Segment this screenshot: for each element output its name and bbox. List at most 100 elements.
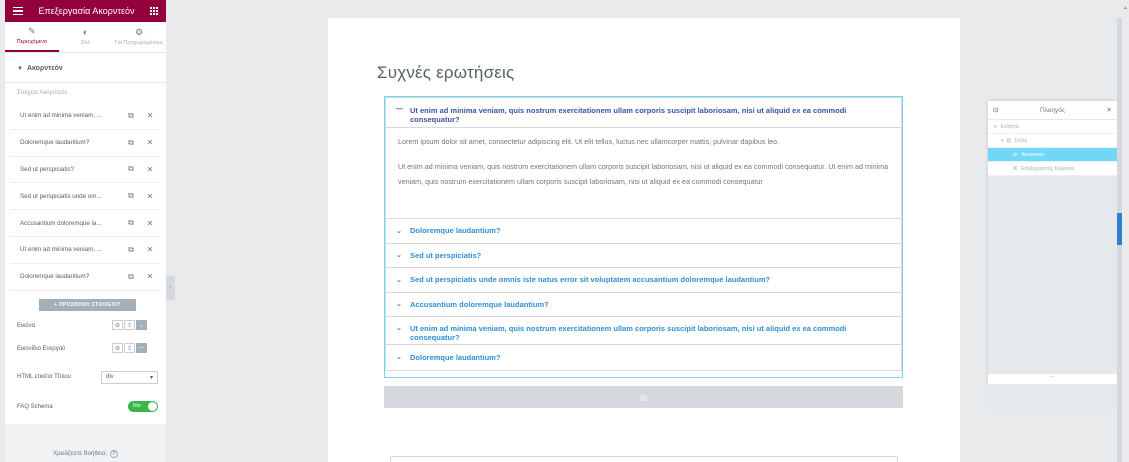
duplicate-icon[interactable]: ⧉ bbox=[123, 218, 139, 228]
tab-style[interactable]: ◐ Στιλ bbox=[59, 22, 113, 52]
faq-schema-label: FAQ Schema bbox=[17, 404, 53, 410]
accordion-item-title[interactable]: — Ut enim ad minima veniam, quis nostrum… bbox=[386, 98, 901, 128]
repeater-item[interactable]: Sed ut perspiciatis? ⧉ ✕ bbox=[10, 157, 161, 184]
repeater-item[interactable]: Doloremque laudantium? ⧉ ✕ bbox=[10, 264, 161, 291]
duplicate-icon[interactable]: ⧉ bbox=[123, 138, 139, 148]
content-paragraph: Lorem ipsum dolor sit amet, consectetur … bbox=[398, 137, 780, 146]
faq-schema-toggle[interactable]: Ναι bbox=[128, 401, 158, 412]
chevron-down-icon: ⌄ bbox=[396, 354, 402, 362]
add-item-button[interactable]: + ΠΡΟΣΘΗΚΗ ΣΤΟΙΧΕΙΟΥ bbox=[39, 298, 136, 311]
duplicate-icon[interactable]: ⧉ bbox=[123, 245, 139, 255]
close-icon[interactable]: ✕ bbox=[1107, 106, 1112, 114]
toggle-knob bbox=[148, 402, 157, 411]
widgets-grid-icon[interactable] bbox=[149, 7, 158, 15]
close-icon[interactable]: ✕ bbox=[139, 219, 161, 228]
gear-icon: ⚙ bbox=[135, 27, 144, 37]
accordion-title-text: Sed ut perspiciatis? bbox=[410, 250, 482, 260]
minus-icon: — bbox=[396, 106, 403, 113]
repeater-item[interactable]: Ut enim ad minima veniam, ... ⧉ ✕ bbox=[10, 237, 161, 264]
duplicate-icon[interactable]: ⧉ bbox=[123, 191, 139, 201]
items-label: Στοιχεία Ακορντεόν bbox=[17, 90, 68, 96]
accordion: — Ut enim ad minima veniam, quis nostrum… bbox=[385, 97, 902, 371]
upload-icon[interactable]: ⇪ bbox=[124, 320, 135, 330]
upload-icon[interactable]: ⇪ bbox=[124, 343, 135, 353]
navigator-title: Πλοηγός bbox=[1039, 106, 1066, 114]
accordion-title-text: Doloremque laudantium? bbox=[410, 226, 501, 236]
accordion-widget[interactable]: — Ut enim ad minima veniam, quis nostrum… bbox=[384, 96, 903, 378]
accordion-item-content: Lorem ipsum dolor sit amet, consectetur … bbox=[386, 128, 901, 219]
section-accordion-toggle[interactable]: ▼ Ακορντεόν bbox=[5, 53, 166, 83]
tab-advanced[interactable]: ⚙ Για Προχωρημένους bbox=[112, 22, 166, 52]
page-heading: Συχνές ερωτήσεις bbox=[377, 63, 515, 82]
page-scrollbar[interactable] bbox=[1117, 18, 1122, 462]
editor-title: Επεξεργασία Ακορντεόν bbox=[38, 6, 135, 16]
chevron-down-icon[interactable]: ⌄ bbox=[136, 320, 147, 330]
tab-label: Για Προχωρημένους bbox=[114, 40, 164, 46]
scrollbar-thumb[interactable] bbox=[1117, 213, 1122, 245]
nav-row-text-editor[interactable]: ≣ Επεξεργαστής Κειμένου bbox=[988, 162, 1117, 176]
collapse-panel-handle[interactable]: ‹ bbox=[166, 276, 175, 300]
repeater-item[interactable]: Ut enim ad minima veniam, ... ⧉ ✕ bbox=[10, 103, 161, 130]
repeater-item[interactable]: Sed ut perspiciatis unde om... ⧉ ✕ bbox=[10, 183, 161, 211]
nav-row-section[interactable]: ▾ Ενότητα bbox=[988, 120, 1117, 134]
expand-icon[interactable]: ⊟ bbox=[993, 106, 998, 114]
toggle-text: Ναι bbox=[133, 403, 141, 409]
nav-row-label: Επεξεργαστής Κειμένου bbox=[1021, 165, 1075, 172]
accordion-item-title[interactable]: ⌄ Accusantium doloremque laudantium? bbox=[386, 293, 901, 317]
repeater-item[interactable]: Doloremque laudantium? ⧉ ✕ bbox=[10, 130, 161, 157]
accordion-item-title[interactable]: ⌄ Sed ut perspiciatis? bbox=[386, 244, 901, 268]
accordion-item-title[interactable]: ⌄ Sed ut perspiciatis unde omnis iste na… bbox=[386, 268, 901, 293]
tab-content[interactable]: ✎ Περιεχόμενο bbox=[5, 22, 59, 52]
text-editor-icon: ≣ bbox=[1013, 165, 1018, 172]
nav-row-label: Ακορντεόν bbox=[1021, 151, 1045, 158]
repeater-item-title[interactable]: Doloremque laudantium? bbox=[10, 273, 123, 280]
scroll-up-icon[interactable]: ▲ bbox=[1123, 5, 1128, 11]
hamburger-menu-icon[interactable] bbox=[13, 6, 23, 16]
help-link[interactable]: Χρειάζεστε Βοήθεια;? bbox=[5, 424, 166, 462]
icon-choice-group: ⊘ ⇪ ⌄ bbox=[112, 320, 147, 330]
accordion-item-title[interactable]: ⌄ Ut enim ad minima veniam, quis nostrum… bbox=[386, 317, 901, 345]
repeater-item[interactable]: Accusantium doloremque la... ⧉ ✕ bbox=[10, 210, 161, 237]
chevron-down-icon: ⌄ bbox=[396, 276, 402, 284]
drag-handle-icon: ▤ bbox=[639, 392, 648, 402]
widget-drop-zone[interactable]: ▤ bbox=[384, 386, 903, 408]
chevron-down-icon: ⌄ bbox=[396, 301, 402, 309]
close-icon[interactable]: ✕ bbox=[139, 245, 161, 254]
column-icon: ▥ bbox=[1006, 137, 1012, 144]
html-tag-select[interactable]: div ▾ bbox=[101, 371, 158, 384]
help-text: Χρειάζεστε Βοήθεια; bbox=[53, 451, 107, 457]
ban-icon[interactable]: ⊘ bbox=[112, 343, 123, 353]
caret-down-icon: ▼ bbox=[17, 66, 23, 72]
chevron-down-icon: ⌄ bbox=[396, 252, 402, 260]
accordion-icon: ⊖ bbox=[1013, 151, 1018, 158]
close-icon[interactable]: ✕ bbox=[139, 192, 161, 201]
accordion-item-title[interactable]: ⌄ Doloremque laudantium? bbox=[386, 219, 901, 244]
accordion-title-text: Accusantium doloremque laudantium? bbox=[410, 299, 549, 309]
chevron-down-icon: ⌄ bbox=[396, 227, 402, 235]
nav-row-accordion[interactable]: ⊖ Ακορντεόν bbox=[988, 148, 1117, 162]
close-icon[interactable]: ✕ bbox=[139, 272, 161, 281]
accordion-title-text: Sed ut perspiciatis unde omnis iste natu… bbox=[410, 275, 771, 285]
repeater-item-title[interactable]: Accusantium doloremque la... bbox=[10, 220, 123, 227]
repeater-item-title[interactable]: Ut enim ad minima veniam, ... bbox=[10, 112, 123, 119]
close-icon[interactable]: ✕ bbox=[139, 138, 161, 147]
chevron-down-icon: ▾ bbox=[149, 375, 153, 381]
ban-icon[interactable]: ⊘ bbox=[112, 320, 123, 330]
repeater-item-title[interactable]: Ut enim ad minima veniam, ... bbox=[10, 246, 123, 253]
duplicate-icon[interactable]: ⧉ bbox=[123, 111, 139, 121]
close-icon[interactable]: ✕ bbox=[139, 165, 161, 174]
duplicate-icon[interactable]: ⧉ bbox=[123, 164, 139, 174]
close-icon[interactable]: ✕ bbox=[139, 111, 161, 120]
duplicate-icon[interactable]: ⧉ bbox=[123, 272, 139, 282]
repeater-item-title[interactable]: Sed ut perspiciatis unde om... bbox=[10, 193, 123, 200]
section-title: Ακορντεόν bbox=[26, 65, 63, 72]
half-circle-icon: ◐ bbox=[82, 27, 89, 37]
panel-tabs: ✎ Περιεχόμενο ◐ Στιλ ⚙ Για Προχωρημένους bbox=[5, 22, 166, 53]
accordion-item-title[interactable]: ⌄ Doloremque laudantium? bbox=[386, 345, 901, 370]
minus-icon[interactable]: — bbox=[136, 343, 147, 353]
resize-handle[interactable]: — bbox=[988, 374, 1117, 384]
repeater-item-title[interactable]: Sed ut perspiciatis? bbox=[10, 166, 123, 173]
nav-row-column[interactable]: ▾ ▥ Στήλη bbox=[988, 134, 1117, 148]
repeater-item-title[interactable]: Doloremque laudantium? bbox=[10, 139, 123, 146]
nav-row-label: Στήλη bbox=[1014, 137, 1028, 144]
